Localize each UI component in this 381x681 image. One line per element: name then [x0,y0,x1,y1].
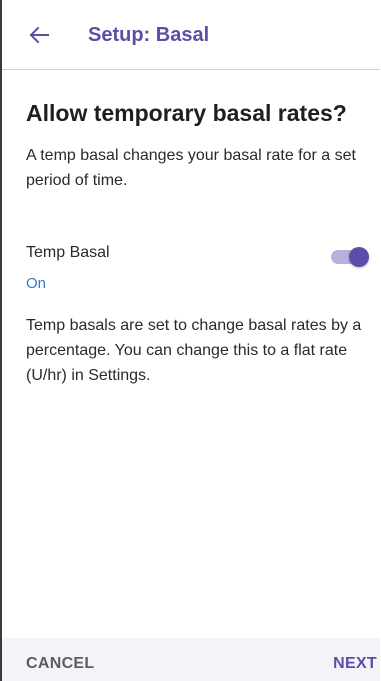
temp-basal-note: Temp basals are set to change basal rate… [26,317,362,384]
section-heading: Allow temporary basal rates? [26,100,347,126]
intro-text: A temp basal changes your basal rate for… [26,147,356,189]
back-button[interactable] [22,21,56,49]
temp-basal-status: On [26,275,47,292]
arrow-left-icon [29,26,49,44]
cancel-button[interactable]: CANCEL [26,655,94,673]
temp-basal-setting: Temp Basal On [26,244,371,292]
toggle-knob [349,247,369,267]
footer-bar: CANCEL NEXT [2,638,380,681]
page-title: Setup: Basal [88,24,210,46]
temp-basal-toggle[interactable] [331,247,369,267]
temp-basal-label: Temp Basal [26,244,110,261]
app-bar: Setup: Basal [2,0,380,70]
content-area: Allow temporary basal rates? A temp basa… [26,96,366,193]
screen-frame: Setup: Basal Allow temporary basal rates… [0,0,380,681]
next-button[interactable]: NEXT [333,655,377,673]
